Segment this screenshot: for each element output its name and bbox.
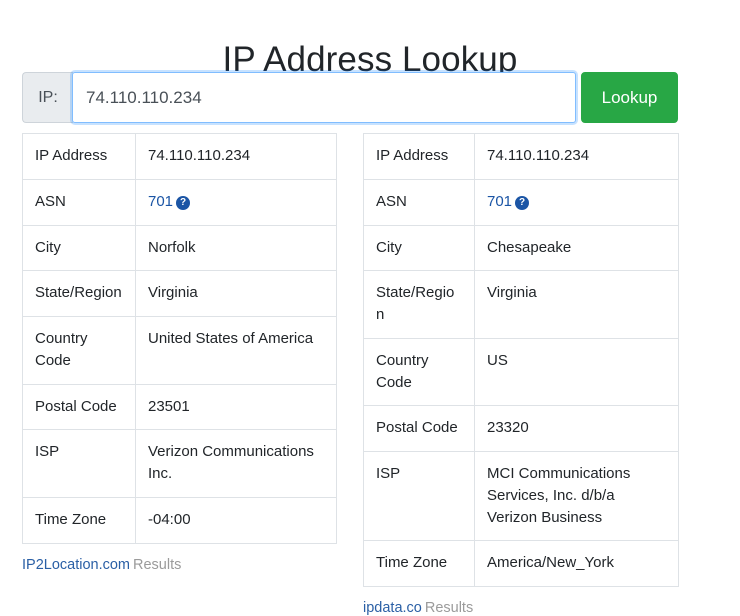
- ipdata-source-suffix: Results: [425, 600, 473, 616]
- table-row: ISPMCI Communications Services, Inc. d/b…: [364, 452, 679, 541]
- row-label: City: [364, 225, 475, 271]
- row-value: 74.110.110.234: [475, 134, 679, 180]
- asn-link[interactable]: 701: [148, 193, 173, 210]
- table-row: Postal Code23501: [23, 384, 337, 430]
- row-label: ISP: [23, 430, 136, 498]
- row-value: Virginia: [136, 271, 337, 317]
- row-value: 701?: [475, 179, 679, 225]
- row-value: 23320: [475, 406, 679, 452]
- table-row: Time ZoneAmerica/New_York: [364, 541, 679, 587]
- ip-input-addon-label: IP:: [22, 72, 73, 123]
- row-value: Norfolk: [136, 225, 337, 271]
- row-value: 701?: [136, 179, 337, 225]
- ipdata-result-panel: IP Address74.110.110.234ASN701?CityChesa…: [363, 133, 679, 616]
- row-value: America/New_York: [475, 541, 679, 587]
- ip2location-result-panel: IP Address74.110.110.234ASN701?CityNorfo…: [22, 133, 337, 575]
- row-label: ISP: [364, 452, 475, 541]
- ip-search-input[interactable]: [72, 72, 576, 123]
- row-label: State/Region: [364, 271, 475, 339]
- ip2location-result-table: IP Address74.110.110.234ASN701?CityNorfo…: [22, 133, 337, 544]
- row-label: IP Address: [364, 134, 475, 180]
- page-root: IP Address Lookup IP: Lookup IP Address7…: [0, 0, 740, 616]
- row-value: 23501: [136, 384, 337, 430]
- row-value: Chesapeake: [475, 225, 679, 271]
- table-row: Time Zone-04:00: [23, 497, 337, 543]
- lookup-button[interactable]: Lookup: [581, 72, 678, 123]
- ip2location-source-footer: IP2Location.comResults: [22, 555, 337, 575]
- table-row: ISPVerizon Communications Inc.: [23, 430, 337, 498]
- table-row: Country CodeUS: [364, 338, 679, 406]
- table-row: Postal Code23320: [364, 406, 679, 452]
- table-row: CityNorfolk: [23, 225, 337, 271]
- ip-lookup-form: IP: Lookup: [22, 72, 678, 123]
- row-value: MCI Communications Services, Inc. d/b/a …: [475, 452, 679, 541]
- table-row: ASN701?: [364, 179, 679, 225]
- row-value: Virginia: [475, 271, 679, 339]
- ipdata-result-table: IP Address74.110.110.234ASN701?CityChesa…: [363, 133, 679, 587]
- row-label: ASN: [23, 179, 136, 225]
- row-label: Time Zone: [364, 541, 475, 587]
- question-circle-icon[interactable]: ?: [515, 196, 529, 210]
- ipdata-source-link[interactable]: ipdata.co: [363, 600, 422, 616]
- row-label: Country Code: [364, 338, 475, 406]
- row-value: United States of America: [136, 317, 337, 385]
- row-label: Country Code: [23, 317, 136, 385]
- row-value: 74.110.110.234: [136, 134, 337, 180]
- ipdata-source-footer: ipdata.coResults: [363, 598, 679, 616]
- ip2location-source-link[interactable]: IP2Location.com: [22, 557, 130, 573]
- row-value: Verizon Communications Inc.: [136, 430, 337, 498]
- row-label: Time Zone: [23, 497, 136, 543]
- table-row: ASN701?: [23, 179, 337, 225]
- row-label: Postal Code: [364, 406, 475, 452]
- row-value: US: [475, 338, 679, 406]
- asn-link[interactable]: 701: [487, 193, 512, 210]
- question-circle-icon[interactable]: ?: [176, 196, 190, 210]
- ip2location-source-suffix: Results: [133, 557, 181, 573]
- table-body: IP Address74.110.110.234ASN701?CityChesa…: [364, 134, 679, 587]
- row-label: Postal Code: [23, 384, 136, 430]
- table-row: Country CodeUnited States of America: [23, 317, 337, 385]
- table-row: IP Address74.110.110.234: [23, 134, 337, 180]
- table-row: State/RegionVirginia: [364, 271, 679, 339]
- row-value: -04:00: [136, 497, 337, 543]
- row-label: State/Region: [23, 271, 136, 317]
- table-body: IP Address74.110.110.234ASN701?CityNorfo…: [23, 134, 337, 544]
- table-row: State/RegionVirginia: [23, 271, 337, 317]
- row-label: City: [23, 225, 136, 271]
- row-label: ASN: [364, 179, 475, 225]
- table-row: IP Address74.110.110.234: [364, 134, 679, 180]
- table-row: CityChesapeake: [364, 225, 679, 271]
- row-label: IP Address: [23, 134, 136, 180]
